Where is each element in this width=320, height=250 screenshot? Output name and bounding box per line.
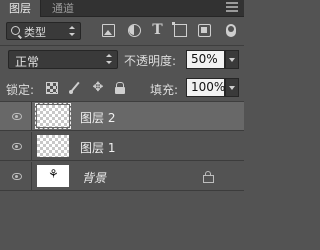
layer-thumbnail[interactable]: ⚘ [37, 165, 69, 187]
lock-row: 锁定: ✥ 填充: 100% [0, 76, 244, 100]
figure-sketch-icon: ⚘ [48, 167, 59, 181]
panel-tab-bar: 图层 通道 [0, 0, 244, 17]
tab-layers[interactable]: 图层 [0, 0, 41, 17]
fill-input[interactable]: 100% [186, 78, 225, 97]
visibility-cell[interactable] [0, 102, 32, 131]
lock-position-move-icon[interactable]: ✥ [92, 81, 104, 94]
layer-row-layer-2[interactable]: 图层 2 [0, 102, 244, 131]
fill-label: 填充: [150, 83, 179, 97]
shape-filter-icon[interactable] [172, 22, 187, 37]
eye-icon[interactable] [12, 113, 22, 120]
layers-list: 图层 2 图层 1 ⚘ 背景 [0, 102, 244, 250]
updown-arrows-icon [69, 26, 76, 36]
layer-name[interactable]: 背景 [82, 169, 106, 186]
adjustment-filter-icon[interactable] [128, 24, 141, 37]
image-filter-icon[interactable] [102, 24, 115, 37]
lock-label: 锁定: [6, 83, 35, 97]
type-filter-icon[interactable]: T [151, 23, 164, 37]
search-icon [11, 26, 20, 35]
lock-all-icon[interactable] [114, 82, 126, 94]
lock-icon [203, 171, 214, 183]
filter-kind-select[interactable]: 类型 [6, 22, 81, 40]
layer-name[interactable]: 图层 2 [80, 109, 115, 126]
visibility-cell[interactable] [0, 132, 32, 161]
filter-toggle-switch[interactable] [226, 24, 236, 37]
blend-mode-value: 正常 [15, 55, 40, 69]
filter-kind-label: 类型 [24, 26, 46, 39]
opacity-dropdown-button[interactable] [225, 50, 239, 69]
fill-dropdown-button[interactable] [225, 78, 239, 97]
tab-channels[interactable]: 通道 [44, 0, 82, 17]
eye-icon[interactable] [12, 173, 22, 180]
smart-object-filter-icon[interactable] [198, 24, 211, 37]
visibility-cell[interactable] [0, 162, 32, 191]
layer-name[interactable]: 图层 1 [80, 139, 115, 156]
layer-filter-row: 类型 T [0, 18, 244, 43]
lock-pixels-brush-icon[interactable] [69, 82, 81, 94]
lock-transparency-icon[interactable] [46, 82, 58, 94]
eye-icon[interactable] [12, 143, 22, 150]
opacity-input[interactable]: 50% [186, 50, 225, 69]
blend-row: 正常 不透明度: 50% [0, 48, 244, 72]
blend-mode-select[interactable]: 正常 [8, 50, 118, 69]
panel-menu-icon[interactable] [226, 2, 238, 14]
divider [0, 45, 244, 46]
layer-thumbnail[interactable] [37, 135, 69, 157]
layer-row-background[interactable]: ⚘ 背景 [0, 162, 244, 191]
opacity-label: 不透明度: [124, 54, 177, 68]
layer-thumbnail[interactable] [35, 103, 71, 129]
updown-arrows-icon [106, 54, 113, 64]
layer-row-layer-1[interactable]: 图层 1 [0, 132, 244, 161]
